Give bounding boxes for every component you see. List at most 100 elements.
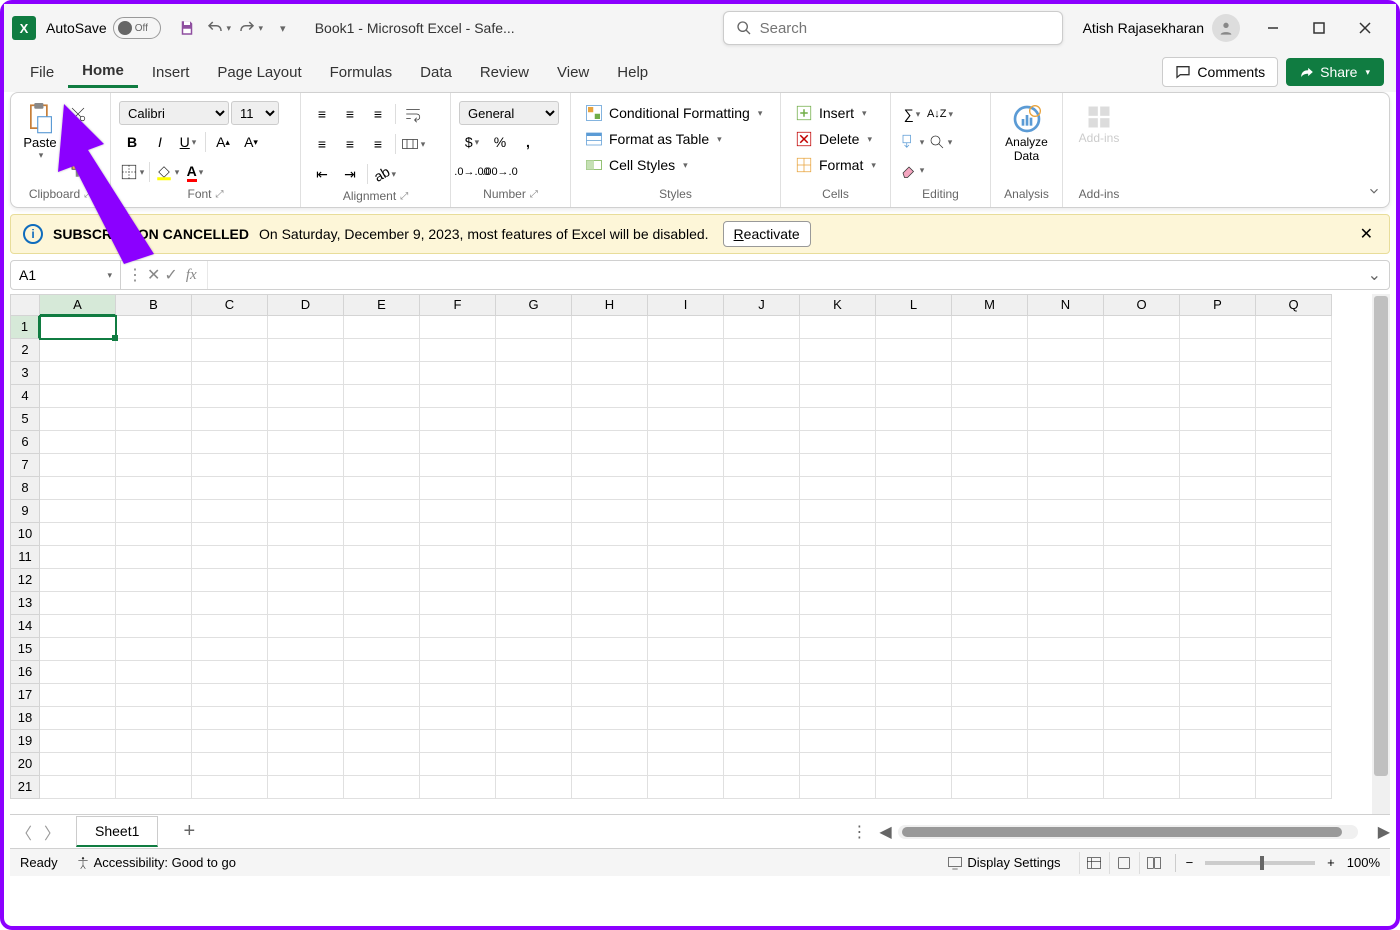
cell-J15[interactable] xyxy=(724,638,800,661)
cell-L21[interactable] xyxy=(876,776,952,799)
cell-N20[interactable] xyxy=(1028,753,1104,776)
cell-N18[interactable] xyxy=(1028,707,1104,730)
cell-N8[interactable] xyxy=(1028,477,1104,500)
cell-M13[interactable] xyxy=(952,592,1028,615)
search-input[interactable] xyxy=(760,20,1050,37)
page-break-view-button[interactable] xyxy=(1139,852,1169,874)
cell-D8[interactable] xyxy=(268,477,344,500)
cell-E18[interactable] xyxy=(344,707,420,730)
cell-O1[interactable] xyxy=(1104,316,1180,339)
cell-O10[interactable] xyxy=(1104,523,1180,546)
cell-H12[interactable] xyxy=(572,569,648,592)
cell-L6[interactable] xyxy=(876,431,952,454)
row-header-19[interactable]: 19 xyxy=(10,730,40,753)
cell-P4[interactable] xyxy=(1180,385,1256,408)
cell-M8[interactable] xyxy=(952,477,1028,500)
cell-B7[interactable] xyxy=(116,454,192,477)
cell-P10[interactable] xyxy=(1180,523,1256,546)
cell-N13[interactable] xyxy=(1028,592,1104,615)
sheet-nav-prev[interactable]: 〈 xyxy=(10,818,38,846)
cell-H15[interactable] xyxy=(572,638,648,661)
cell-N19[interactable] xyxy=(1028,730,1104,753)
cell-A4[interactable] xyxy=(40,385,116,408)
border-button[interactable]: ▾ xyxy=(119,159,145,185)
cell-P15[interactable] xyxy=(1180,638,1256,661)
cell-E1[interactable] xyxy=(344,316,420,339)
cell-D9[interactable] xyxy=(268,500,344,523)
cell-E17[interactable] xyxy=(344,684,420,707)
cell-A1[interactable] xyxy=(40,316,116,339)
cell-A14[interactable] xyxy=(40,615,116,638)
shrink-font-button[interactable]: A▾ xyxy=(238,129,264,155)
cell-M12[interactable] xyxy=(952,569,1028,592)
cell-E11[interactable] xyxy=(344,546,420,569)
cell-P7[interactable] xyxy=(1180,454,1256,477)
row-header-6[interactable]: 6 xyxy=(10,431,40,454)
paste-button[interactable]: Paste ▾ xyxy=(19,101,61,161)
cell-K15[interactable] xyxy=(800,638,876,661)
cell-L11[interactable] xyxy=(876,546,952,569)
cell-B18[interactable] xyxy=(116,707,192,730)
cell-H17[interactable] xyxy=(572,684,648,707)
font-color-button[interactable]: A▾ xyxy=(182,159,208,185)
cell-A8[interactable] xyxy=(40,477,116,500)
cell-I18[interactable] xyxy=(648,707,724,730)
cell-A11[interactable] xyxy=(40,546,116,569)
cell-C7[interactable] xyxy=(192,454,268,477)
cell-H14[interactable] xyxy=(572,615,648,638)
cell-O17[interactable] xyxy=(1104,684,1180,707)
cell-G8[interactable] xyxy=(496,477,572,500)
cell-P6[interactable] xyxy=(1180,431,1256,454)
cell-P13[interactable] xyxy=(1180,592,1256,615)
font-name-select[interactable]: Calibri xyxy=(119,101,229,125)
enter-formula-button[interactable]: ✓ xyxy=(164,265,177,285)
cell-I17[interactable] xyxy=(648,684,724,707)
cell-N15[interactable] xyxy=(1028,638,1104,661)
cell-B15[interactable] xyxy=(116,638,192,661)
cell-J12[interactable] xyxy=(724,569,800,592)
cell-M3[interactable] xyxy=(952,362,1028,385)
cell-G3[interactable] xyxy=(496,362,572,385)
accessibility-status[interactable]: Accessibility: Good to go xyxy=(76,855,236,870)
cell-P14[interactable] xyxy=(1180,615,1256,638)
cell-H2[interactable] xyxy=(572,339,648,362)
cell-C3[interactable] xyxy=(192,362,268,385)
row-header-1[interactable]: 1 xyxy=(10,316,40,339)
cell-M5[interactable] xyxy=(952,408,1028,431)
zoom-in-button[interactable]: + xyxy=(1323,855,1339,870)
font-size-select[interactable]: 11 xyxy=(231,101,279,125)
cell-D21[interactable] xyxy=(268,776,344,799)
cell-I6[interactable] xyxy=(648,431,724,454)
cell-F9[interactable] xyxy=(420,500,496,523)
cell-L4[interactable] xyxy=(876,385,952,408)
select-all-corner[interactable] xyxy=(10,294,40,316)
cell-Q3[interactable] xyxy=(1256,362,1332,385)
cell-J13[interactable] xyxy=(724,592,800,615)
cell-L7[interactable] xyxy=(876,454,952,477)
cell-A16[interactable] xyxy=(40,661,116,684)
cell-I15[interactable] xyxy=(648,638,724,661)
format-as-table-button[interactable]: Format as Table▾ xyxy=(579,127,728,151)
search-box[interactable] xyxy=(723,11,1063,45)
row-header-7[interactable]: 7 xyxy=(10,454,40,477)
cell-A12[interactable] xyxy=(40,569,116,592)
cell-G11[interactable] xyxy=(496,546,572,569)
cell-J16[interactable] xyxy=(724,661,800,684)
column-header-I[interactable]: I xyxy=(648,294,724,316)
cell-N7[interactable] xyxy=(1028,454,1104,477)
align-center-button[interactable]: ≡ xyxy=(337,131,363,157)
cell-D6[interactable] xyxy=(268,431,344,454)
cell-D7[interactable] xyxy=(268,454,344,477)
merge-center-button[interactable]: ▾ xyxy=(400,131,426,157)
cell-B9[interactable] xyxy=(116,500,192,523)
fill-button[interactable]: ▾ xyxy=(899,129,925,155)
qat-customize[interactable]: ▾ xyxy=(269,14,297,42)
cell-Q10[interactable] xyxy=(1256,523,1332,546)
user-account[interactable]: Atish Rajasekharan xyxy=(1083,14,1240,42)
autosave-toggle[interactable]: Off xyxy=(113,17,161,39)
cell-F15[interactable] xyxy=(420,638,496,661)
cell-B10[interactable] xyxy=(116,523,192,546)
cell-I2[interactable] xyxy=(648,339,724,362)
cell-M20[interactable] xyxy=(952,753,1028,776)
cell-L20[interactable] xyxy=(876,753,952,776)
